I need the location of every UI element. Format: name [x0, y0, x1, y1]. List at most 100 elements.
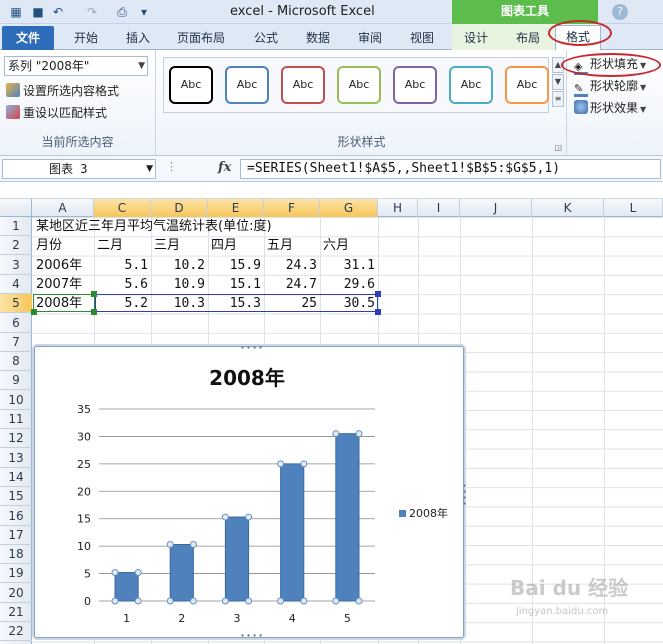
bar[interactable]	[280, 463, 305, 602]
tab-format[interactable]: 格式	[555, 25, 601, 50]
column-header[interactable]: A	[32, 199, 94, 217]
tab-insert[interactable]: 插入	[118, 27, 158, 49]
value-cell[interactable]: 5.1	[94, 256, 151, 275]
chart-object[interactable]: ∙∙∙∙ ∙∙∙∙ ∙∙∙∙ 2008年 0 5 10 15 20 25 30 35 1234…	[34, 343, 469, 640]
format-selection-button[interactable]: 设置所选内容格式	[6, 82, 119, 100]
column-header[interactable]: E	[208, 199, 264, 217]
shape-outline-button[interactable]: ✎ 形状轮廓 ▼	[574, 76, 646, 97]
customize-toolbar-icon[interactable]: ▾	[136, 4, 152, 20]
column-header[interactable]: L	[604, 199, 663, 217]
help-icon[interactable]: ?	[612, 4, 628, 20]
row-label-cell[interactable]: 2007年	[36, 275, 82, 294]
legend-label[interactable]: 2008年	[409, 506, 448, 520]
chart-elements-dropdown[interactable]: 系列 "2008年" ▼	[4, 56, 148, 76]
gallery-scroll-up-icon[interactable]: ▲	[552, 57, 564, 73]
bar-selection-handle[interactable]	[355, 430, 363, 438]
column-header[interactable]: I	[418, 199, 460, 217]
header-cell[interactable]: 二月	[97, 236, 123, 255]
gallery-more-icon[interactable]: ≡	[552, 91, 564, 107]
range-handle[interactable]	[91, 291, 97, 297]
column-header[interactable]: H	[378, 199, 418, 217]
bar-selection-handle[interactable]	[277, 597, 285, 605]
value-cell[interactable]: 31.1	[320, 256, 378, 275]
bar-selection-handle[interactable]	[277, 460, 285, 468]
value-cell[interactable]: 15.9	[208, 256, 264, 275]
row-header[interactable]: 19	[0, 564, 32, 584]
value-cell[interactable]: 29.6	[320, 275, 378, 294]
bar-selection-handle[interactable]	[221, 597, 229, 605]
bar-selection-handle[interactable]	[221, 513, 229, 521]
bar-selection-handle[interactable]	[134, 568, 142, 576]
row-header[interactable]: 11	[0, 410, 32, 429]
bar-selection-handle[interactable]	[189, 597, 197, 605]
value-cell[interactable]: 24.3	[264, 256, 320, 275]
redo-icon[interactable]: ↷	[84, 4, 100, 20]
column-header[interactable]: D	[151, 199, 208, 217]
value-cell[interactable]: 24.7	[264, 275, 320, 294]
bar-selection-handle[interactable]	[245, 513, 253, 521]
tab-data[interactable]: 数据	[298, 27, 338, 49]
bar-selection-handle[interactable]	[134, 597, 142, 605]
dialog-launcher-icon[interactable]: ◲	[554, 143, 562, 152]
tab-file[interactable]: 文件	[2, 26, 54, 50]
shape-effects-button[interactable]: 形状效果 ▼	[574, 98, 646, 118]
column-header[interactable]: J	[460, 199, 532, 217]
row-header[interactable]: 7	[0, 333, 32, 352]
range-handle[interactable]	[375, 291, 381, 297]
header-cell[interactable]: 六月	[323, 236, 349, 255]
bar-selection-handle[interactable]	[355, 597, 363, 605]
title-cell[interactable]: 某地区近三年月平均气温统计表(单位:度)	[36, 217, 272, 236]
row-header[interactable]: 1	[0, 217, 32, 236]
column-header[interactable]: C	[94, 199, 151, 217]
tab-layout[interactable]: 布局	[508, 27, 548, 49]
row-header[interactable]: 12	[0, 429, 32, 449]
tab-review[interactable]: 审阅	[350, 27, 390, 49]
row-header[interactable]: 10	[0, 391, 32, 410]
header-cell[interactable]: 三月	[154, 236, 180, 255]
excel-logo-icon[interactable]: ▦	[8, 4, 24, 20]
bar[interactable]	[335, 433, 360, 602]
tab-page-layout[interactable]: 页面布局	[170, 27, 232, 49]
header-cell[interactable]: 四月	[211, 236, 237, 255]
shape-style-swatch[interactable]: Abc	[505, 66, 549, 104]
header-cell[interactable]: 五月	[267, 236, 293, 255]
range-handle[interactable]	[375, 309, 381, 315]
row-header[interactable]: 2	[0, 236, 32, 256]
tab-view[interactable]: 视图	[402, 27, 442, 49]
value-cell[interactable]: 15.1	[208, 275, 264, 294]
insert-function-icon[interactable]: fx	[218, 160, 231, 175]
bar-selection-handle[interactable]	[166, 540, 174, 548]
range-handle[interactable]	[31, 309, 37, 315]
column-header[interactable]: G	[320, 199, 378, 217]
row-header[interactable]: 15	[0, 487, 32, 507]
value-cell[interactable]: 10.2	[151, 256, 208, 275]
tab-formulas[interactable]: 公式	[246, 27, 286, 49]
bar[interactable]	[169, 543, 194, 602]
row-header[interactable]: 22	[0, 622, 32, 642]
row-header[interactable]: 16	[0, 507, 32, 526]
row-header[interactable]: 21	[0, 603, 32, 622]
row-header[interactable]: 5	[0, 294, 32, 314]
shape-style-swatch[interactable]: Abc	[225, 66, 269, 104]
bar-series[interactable]	[111, 430, 363, 605]
shape-style-swatch[interactable]: Abc	[169, 66, 213, 104]
bar[interactable]	[114, 571, 139, 602]
name-box[interactable]: 图表 3 ▼	[2, 159, 156, 179]
bar-selection-handle[interactable]	[189, 540, 197, 548]
reset-to-match-style-button[interactable]: 重设以匹配样式	[6, 104, 107, 122]
row-header[interactable]: 14	[0, 468, 32, 487]
row-header[interactable]: 4	[0, 275, 32, 294]
bar-selection-handle[interactable]	[166, 597, 174, 605]
row-header[interactable]: 20	[0, 584, 32, 603]
shape-style-swatch[interactable]: Abc	[393, 66, 437, 104]
gallery-scroll-down-icon[interactable]: ▼	[552, 74, 564, 90]
bar-selection-handle[interactable]	[300, 460, 308, 468]
value-cell[interactable]: 10.9	[151, 275, 208, 294]
range-handle[interactable]	[91, 309, 97, 315]
header-cell[interactable]: 月份	[36, 236, 62, 255]
save-icon[interactable]: ■	[30, 4, 46, 20]
row-header[interactable]: 3	[0, 256, 32, 275]
chart-title[interactable]: 2008年	[209, 366, 285, 390]
bar[interactable]	[224, 516, 250, 602]
row-header[interactable]: 13	[0, 449, 32, 468]
